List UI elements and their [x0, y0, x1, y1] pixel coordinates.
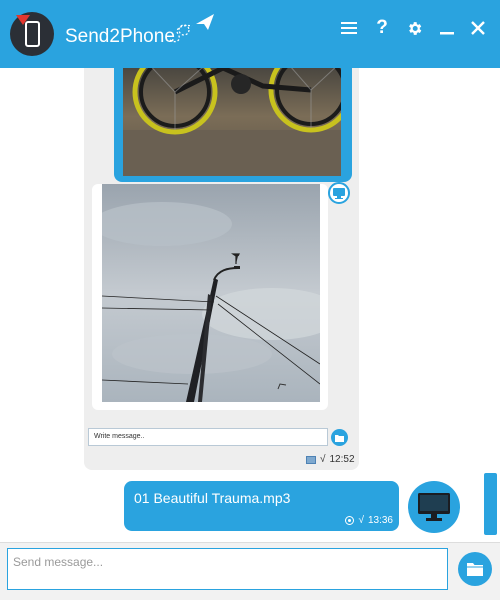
minimize-icon [440, 32, 454, 35]
bicycle-photo[interactable] [123, 68, 341, 176]
monitor-icon [418, 493, 450, 521]
read-check: √ [320, 454, 326, 465]
menu-icon [341, 22, 357, 34]
help-button[interactable]: ? [370, 16, 394, 40]
settings-icon [408, 21, 421, 35]
folder-icon [467, 563, 483, 576]
send-message-input[interactable] [7, 548, 448, 590]
paper-plane-icon [169, 14, 214, 43]
title-bar: Send2Phone ? [0, 0, 500, 68]
close-icon [471, 21, 485, 35]
sky-street-lamp-photo[interactable] [102, 184, 320, 402]
sent-message-meta: √ 13:36 [345, 515, 393, 526]
computer-source-badge [328, 182, 350, 204]
message-time: 13:36 [367, 515, 393, 526]
file-name: 01 Beautiful Trauma.mp3 [134, 490, 291, 506]
help-icon: ? [376, 17, 388, 38]
sent-file-message[interactable]: 01 Beautiful Trauma.mp3 √ 13:36 [124, 481, 399, 531]
monitor-icon [333, 187, 345, 199]
minimize-button[interactable] [435, 16, 459, 40]
audio-file-icon [345, 516, 355, 525]
composer-bar [0, 542, 500, 600]
close-button[interactable] [466, 16, 490, 40]
message-time: 12:52 [329, 454, 355, 465]
settings-button[interactable] [402, 16, 426, 40]
chat-area[interactable]: Write message.. √ 12:52 01 Beautiful Tra… [0, 68, 500, 542]
computer-avatar [408, 481, 460, 533]
image-type-icon [306, 455, 316, 464]
received-message-meta: √ 12:52 [306, 454, 355, 465]
menu-button[interactable] [337, 16, 361, 40]
embedded-folder-icon [331, 429, 348, 446]
attach-file-button[interactable] [458, 552, 492, 586]
embedded-message-input: Write message.. [88, 428, 328, 446]
phone-logo-icon [10, 12, 54, 56]
send2phone-window: Send2Phone ? Write message.. √ 12:52 01 … [0, 0, 500, 600]
app-title: Send2Phone [65, 26, 175, 47]
chat-scrollbar-thumb[interactable] [484, 473, 497, 535]
read-check: √ [358, 515, 364, 526]
